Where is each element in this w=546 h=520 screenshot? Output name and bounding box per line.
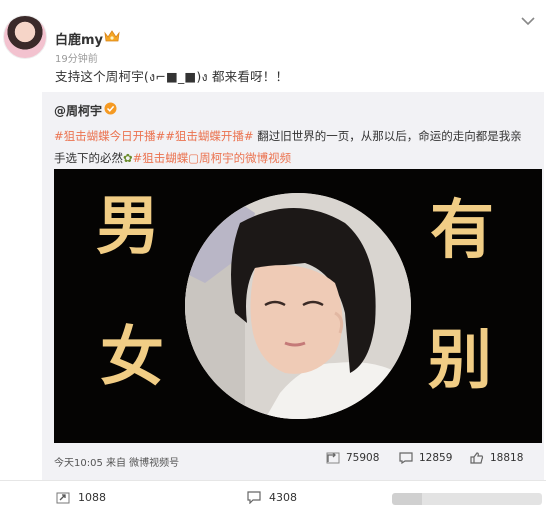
comment-button-label: 4308 [269,491,297,504]
vip-crown-icon [104,30,120,42]
user-name[interactable]: 白鹿my [55,29,103,48]
chevron-down-icon[interactable] [521,16,535,26]
comment-count-label: 12859 [419,452,453,464]
comment-icon [399,452,413,464]
repost-icon [326,452,340,464]
video-title-char: 别 [428,323,492,398]
repost-icon [56,492,70,504]
thumbs-up-icon [470,452,484,464]
comment-button[interactable]: 4308 [247,491,297,504]
post-time[interactable]: 19分钟前 [55,50,98,65]
comment-icon [247,491,261,504]
repost-button[interactable]: 1088 [56,491,106,504]
video-title-char: 男 [96,189,160,264]
original-text: #狙击蝴蝶今日开播##狙击蝴蝶开播# 翻过旧世界的一页，从那以后，命运的走向都是… [54,125,532,169]
leaf-emoji-icon: ✿ [123,151,133,165]
divider [0,480,546,481]
portrait-image [185,193,411,419]
like-count[interactable]: 18818 [470,452,523,464]
original-author[interactable]: @周柯宇 [54,102,102,119]
avatar[interactable] [3,15,47,59]
repost-count[interactable]: 75908 [326,452,379,464]
hashtag-link[interactable]: #狙击蝴蝶 [133,151,189,165]
repost-count-label: 75908 [346,452,380,464]
like-button[interactable] [392,493,542,505]
verified-icon [104,102,117,115]
video-title-char: 女 [100,320,164,395]
like-count-label: 18818 [490,452,524,464]
comment-count[interactable]: 12859 [399,452,452,464]
repost-button-label: 1088 [78,491,106,504]
hashtag-link[interactable]: #狙击蝴蝶今日开播# [54,129,165,143]
video-link[interactable]: ▢周柯宇的微博视频 [188,151,291,165]
video-thumbnail[interactable]: 男 女 有 别 [54,169,542,443]
weibo-post: 白鹿my 19分钟前 支持这个周柯宇(ง⌐■_■)ง 都来看呀！！ @周柯宇 #… [0,0,546,520]
post-source: 今天10:05 来自 微博视频号 [54,458,180,469]
video-title-char: 有 [430,193,494,268]
hashtag-link[interactable]: #狙击蝴蝶开播# [165,129,253,143]
post-text: 支持这个周柯宇(ง⌐■_■)ง 都来看呀！！ [55,69,289,84]
repost-card[interactable]: @周柯宇 #狙击蝴蝶今日开播##狙击蝴蝶开播# 翻过旧世界的一页，从那以后，命运… [42,92,544,480]
